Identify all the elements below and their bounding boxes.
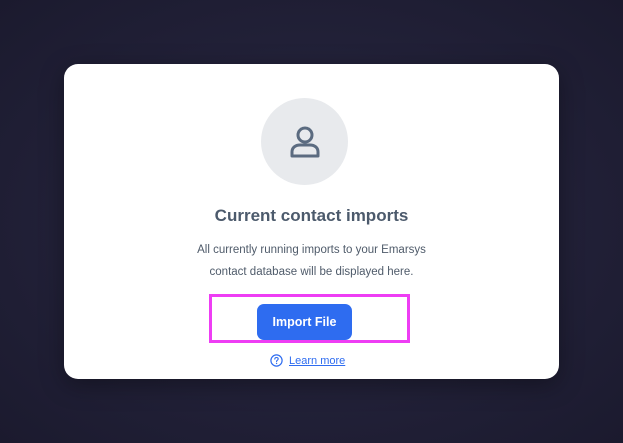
import-file-button[interactable]: Import File <box>257 304 352 340</box>
empty-state-description: All currently running imports to your Em… <box>124 239 499 283</box>
description-line-1: All currently running imports to your Em… <box>197 244 426 256</box>
question-circle-icon[interactable] <box>270 354 283 367</box>
empty-state-card: Current contact imports All currently ru… <box>64 64 559 379</box>
user-icon <box>290 126 319 157</box>
empty-state-title: Current contact imports <box>214 206 409 225</box>
learn-more-link[interactable]: Learn more <box>289 355 345 367</box>
avatar <box>261 98 348 185</box>
learn-more-link-container[interactable]: Learn more <box>270 354 345 367</box>
description-line-2: contact database will be displayed here. <box>209 266 414 278</box>
